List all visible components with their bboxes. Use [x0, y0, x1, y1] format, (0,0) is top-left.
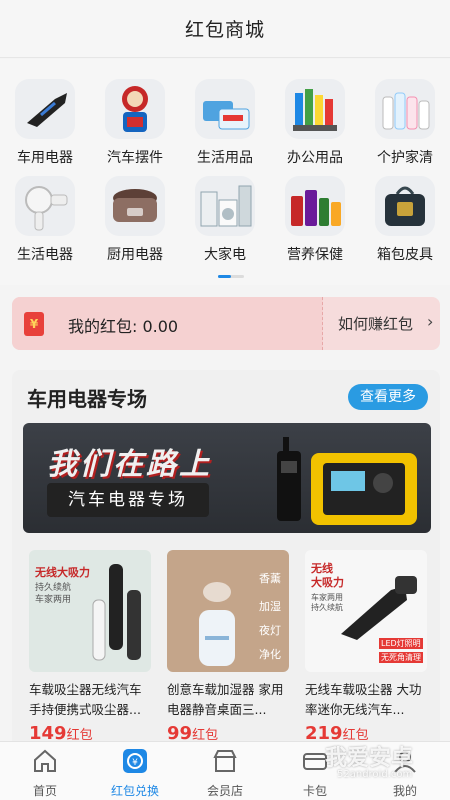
daily-goods-icon: [195, 79, 255, 139]
personal-care-icon: [375, 79, 435, 139]
product-image: 无线大吸力 持久续航 车家两用: [29, 550, 151, 672]
category-label: 汽车摆件: [107, 150, 163, 166]
how-to-earn-link[interactable]: 如何赚红包: [338, 313, 413, 334]
tab-member-store[interactable]: 会员店: [190, 748, 260, 799]
category-grid: 车用电器 汽车摆件 生活用品 办公用品 个护家清 生活电器 厨用电器 大家电 营…: [0, 59, 450, 285]
category-office-supplies[interactable]: 办公用品: [271, 79, 359, 175]
car-ornament-icon: [105, 79, 165, 139]
category-car-ornaments[interactable]: 汽车摆件: [91, 79, 179, 175]
bag-icon: [375, 176, 435, 236]
appliances-icon: [195, 176, 255, 236]
watermark-url: 52android.com: [337, 769, 413, 780]
store-icon: [212, 748, 238, 774]
category-label: 箱包皮具: [377, 247, 433, 263]
category-page-indicator: [218, 275, 244, 278]
top-bar: 红包商城: [0, 0, 450, 58]
category-label: 个护家清: [377, 150, 433, 166]
banner-subtitle: 汽车电器专场: [47, 483, 209, 517]
category-car-appliances[interactable]: 车用电器: [1, 79, 89, 175]
chevron-right-icon: ›: [427, 312, 434, 331]
tab-redpacket-exchange[interactable]: ¥ 红包兑换: [100, 748, 170, 799]
office-supplies-icon: [285, 79, 345, 139]
product-image: 香薰 加湿 夜灯 净化: [167, 550, 289, 672]
promo-banner[interactable]: 我们在路上 汽车电器专场: [23, 423, 431, 533]
product-name: 创意车载加湿器 家用电器静音桌面三...: [167, 682, 284, 717]
tab-label: 我的: [392, 784, 417, 798]
category-label: 营养保健: [287, 247, 343, 263]
supplements-icon: [285, 176, 345, 236]
category-kitchen-appliances[interactable]: 厨用电器: [91, 176, 179, 272]
category-label: 大家电: [204, 247, 246, 263]
rice-cooker-icon: [105, 176, 165, 236]
category-luggage[interactable]: 箱包皮具: [361, 176, 449, 272]
section-title: 车用电器专场: [27, 387, 147, 411]
view-more-button[interactable]: 查看更多: [348, 384, 428, 410]
tab-label: 会员店: [206, 784, 243, 798]
redpacket-icon: ¥: [24, 312, 44, 336]
car-appliances-section: 车用电器专场 查看更多 我们在路上 汽车电器专场 无线大吸力 持久续航 车家两用…: [12, 370, 440, 750]
car-vacuum-icon: [15, 79, 75, 139]
tab-label: 首页: [32, 784, 57, 798]
product-name: 车载吸尘器无线汽车手持便携式吸尘器...: [29, 682, 142, 717]
product-name: 无线车载吸尘器 大功率迷你无线汽车...: [305, 682, 422, 717]
category-label: 生活电器: [17, 247, 73, 263]
redpacket-bar[interactable]: ¥ 我的红包: 0.00 如何赚红包 ›: [12, 297, 440, 350]
tab-label: 红包兑换: [110, 784, 159, 798]
svg-text:¥: ¥: [132, 758, 138, 768]
category-label: 办公用品: [287, 150, 343, 166]
category-major-appliances[interactable]: 大家电: [181, 176, 269, 272]
product-card[interactable]: 无线 大吸力 车家两用 持久续航 LED灯照明 无死角清理 无线车载吸尘器 大功…: [305, 550, 427, 750]
hair-dryer-icon: [15, 176, 75, 236]
category-label: 厨用电器: [107, 247, 163, 263]
page-title: 红包商城: [184, 19, 265, 41]
watermark-logo: 我爱安卓: [325, 746, 414, 771]
redpacket-balance-label: 我的红包: 0.00: [68, 317, 179, 336]
product-card[interactable]: 香薰 加湿 夜灯 净化 创意车载加湿器 家用电器静音桌面三... 99红包: [167, 550, 289, 750]
product-card[interactable]: 无线大吸力 持久续航 车家两用 车载吸尘器无线汽车手持便携式吸尘器... 149…: [29, 550, 151, 750]
product-image: 无线 大吸力 车家两用 持久续航 LED灯照明 无死角清理: [305, 550, 427, 672]
tab-home[interactable]: 首页: [10, 748, 80, 799]
category-nutrition[interactable]: 营养保健: [271, 176, 359, 272]
banner-product-image: [277, 437, 417, 525]
home-icon: [32, 748, 58, 774]
category-personal-care[interactable]: 个护家清: [361, 79, 449, 175]
category-label: 生活用品: [197, 150, 253, 166]
category-home-appliances[interactable]: 生活电器: [1, 176, 89, 272]
category-label: 车用电器: [17, 150, 73, 166]
redpacket-exchange-icon: ¥: [122, 748, 148, 774]
banner-headline: 我们在路上: [47, 447, 212, 482]
category-daily-goods[interactable]: 生活用品: [181, 79, 269, 175]
tab-label: 卡包: [302, 784, 327, 798]
